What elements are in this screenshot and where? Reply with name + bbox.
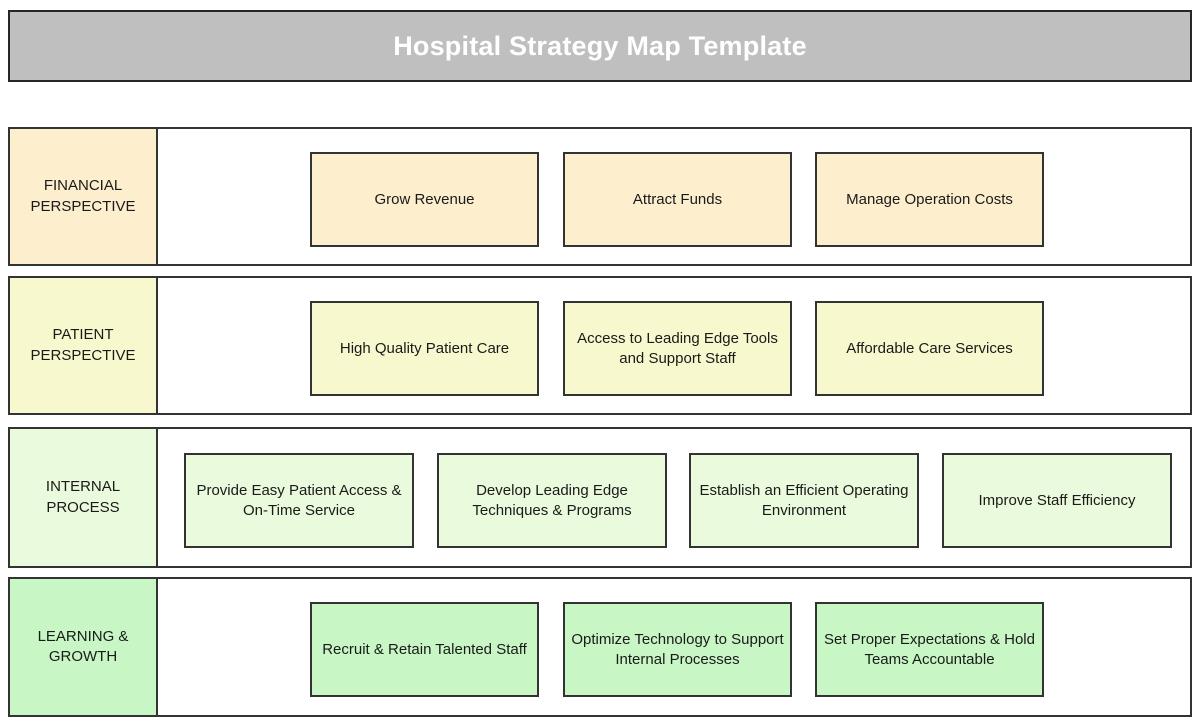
objective-card[interactable]: Recruit & Retain Talented Staff <box>310 602 539 697</box>
objective-card[interactable]: High Quality Patient Care <box>310 301 539 396</box>
objective-card[interactable]: Manage Operation Costs <box>815 152 1044 247</box>
perspective-row-learning: LEARNING & GROWTH Recruit & Retain Talen… <box>8 577 1192 717</box>
perspective-label-line2: GROWTH <box>48 648 118 665</box>
objective-container-learning: Recruit & Retain Talented Staff Optimize… <box>158 579 1190 715</box>
objective-card[interactable]: Access to Leading Edge Tools and Support… <box>563 301 792 396</box>
objective-card[interactable]: Set Proper Expectations & Hold Teams Acc… <box>815 602 1044 697</box>
perspective-label-line1: INTERNAL <box>45 478 121 496</box>
objective-container-patient: High Quality Patient Care Access to Lead… <box>158 278 1190 413</box>
objective-card[interactable]: Grow Revenue <box>310 152 539 247</box>
strategy-map: Hospital Strategy Map Template FINANCIAL… <box>0 0 1200 725</box>
perspective-label-internal: INTERNAL PROCESS <box>10 429 158 566</box>
perspective-label-learning: LEARNING & GROWTH <box>10 579 158 715</box>
perspective-label-line2: PERSPECTIVE <box>30 197 136 215</box>
objective-card[interactable]: Attract Funds <box>563 152 792 247</box>
objective-card[interactable]: Develop Leading Edge Techniques & Progra… <box>437 453 667 548</box>
objective-card[interactable]: Optimize Technology to Support Internal … <box>563 602 792 697</box>
perspective-label-line2: PROCESS <box>46 498 120 516</box>
perspective-label-line1: LEARNING & <box>37 627 129 645</box>
objective-card[interactable]: Provide Easy Patient Access & On-Time Se… <box>184 453 414 548</box>
objective-card[interactable]: Improve Staff Efficiency <box>942 453 1172 548</box>
objective-container-financial: Grow Revenue Attract Funds Manage Operat… <box>158 129 1190 264</box>
perspective-row-financial: FINANCIAL PERSPECTIVE Grow Revenue Attra… <box>8 127 1192 266</box>
title-banner: Hospital Strategy Map Template <box>8 10 1192 82</box>
objective-card[interactable]: Affordable Care Services <box>815 301 1044 396</box>
perspective-row-internal: INTERNAL PROCESS Provide Easy Patient Ac… <box>8 427 1192 568</box>
objective-container-internal: Provide Easy Patient Access & On-Time Se… <box>158 429 1190 566</box>
perspective-label-financial: FINANCIAL PERSPECTIVE <box>10 129 158 264</box>
page-title: Hospital Strategy Map Template <box>393 30 807 61</box>
perspective-label-line1: PATIENT <box>52 326 114 344</box>
perspective-label-line1: FINANCIAL <box>43 177 123 195</box>
perspective-label-line2: PERSPECTIVE <box>30 346 136 364</box>
perspective-row-patient: PATIENT PERSPECTIVE High Quality Patient… <box>8 276 1192 415</box>
objective-card[interactable]: Establish an Efficient Operating Environ… <box>689 453 919 548</box>
perspective-label-patient: PATIENT PERSPECTIVE <box>10 278 158 413</box>
